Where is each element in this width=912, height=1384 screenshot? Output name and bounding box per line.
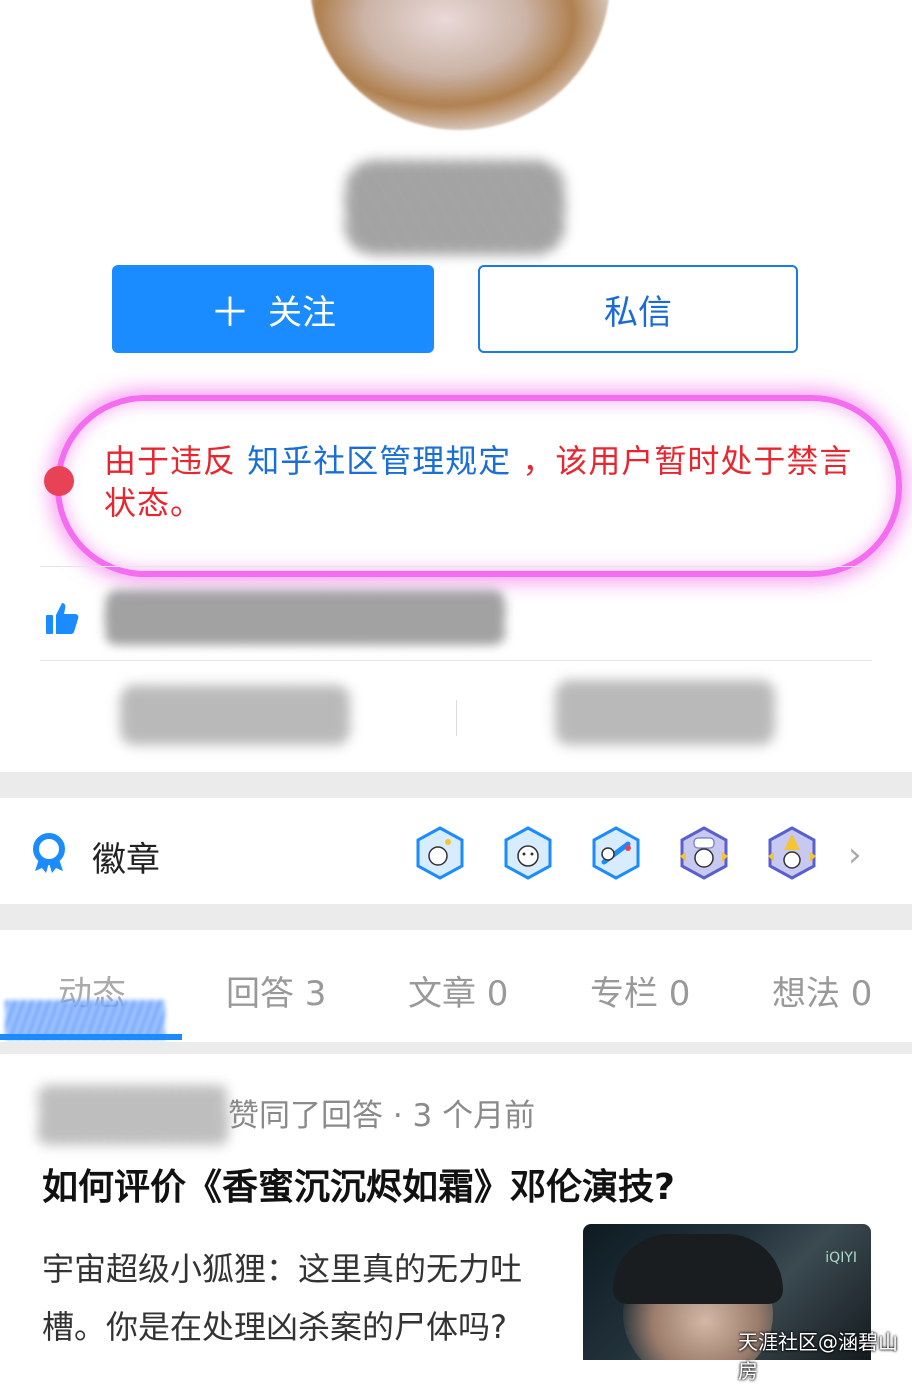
chevron-right-icon[interactable]: › (848, 835, 862, 875)
blurred-username (345, 160, 565, 255)
thumbs-up-icon (46, 603, 79, 634)
section-gap (0, 1042, 912, 1054)
badges-label: 徽章 (92, 840, 160, 880)
blurred-user (38, 1085, 228, 1145)
followers-count[interactable] (555, 680, 775, 745)
iqiyi-logo: iQIYI (825, 1250, 857, 1266)
badge-icon[interactable] (590, 826, 642, 880)
following-count[interactable] (120, 685, 350, 745)
rules-link[interactable]: 知乎社区管理规定 (247, 442, 511, 480)
follow-label: 关注 (268, 292, 336, 333)
feed-meta: 赞同了回答 · 3 个月前 (228, 1098, 536, 1134)
tab-answers[interactable]: 回答 3 (226, 966, 326, 1015)
follow-button[interactable]: ＋ 关注 (112, 265, 434, 353)
tab-columns[interactable]: 专栏 0 (590, 966, 690, 1015)
feed-title[interactable]: 如何评价《香蜜沉沉烬如霜》邓伦演技? (42, 1158, 675, 1210)
badge-icon[interactable] (414, 826, 466, 880)
badge-icon[interactable] (502, 826, 554, 880)
medal-icon (33, 833, 65, 873)
tab-indicator (0, 1034, 182, 1040)
divider (40, 660, 872, 661)
tab-articles[interactable]: 文章 0 (408, 966, 508, 1015)
section-gap (0, 904, 912, 930)
warning-icon (44, 466, 74, 496)
thumbnail-hair (613, 1234, 783, 1304)
badge-icon[interactable] (766, 826, 818, 880)
separator (456, 700, 457, 736)
feed-excerpt[interactable]: 宇宙超级小狐狸：这里真的无力吐槽。你是在处理凶杀案的尸体吗? (42, 1240, 572, 1356)
watermark: 天涯社区@涵碧山房 (738, 1330, 898, 1383)
message-button[interactable]: 私信 (478, 265, 798, 353)
divider (40, 566, 872, 567)
plus-icon: ＋ (210, 290, 250, 336)
avatar[interactable] (310, 0, 610, 130)
tab-thoughts[interactable]: 想法 0 (772, 966, 872, 1015)
message-label: 私信 (604, 292, 672, 333)
badge-icon[interactable] (678, 826, 730, 880)
section-gap (0, 772, 912, 798)
blurred-stats (105, 590, 505, 645)
notice-prefix: 由于违反 (104, 442, 248, 480)
ban-notice: 由于违反 知乎社区管理规定 ，该用户暂时处于禁言状态。 (104, 440, 864, 524)
